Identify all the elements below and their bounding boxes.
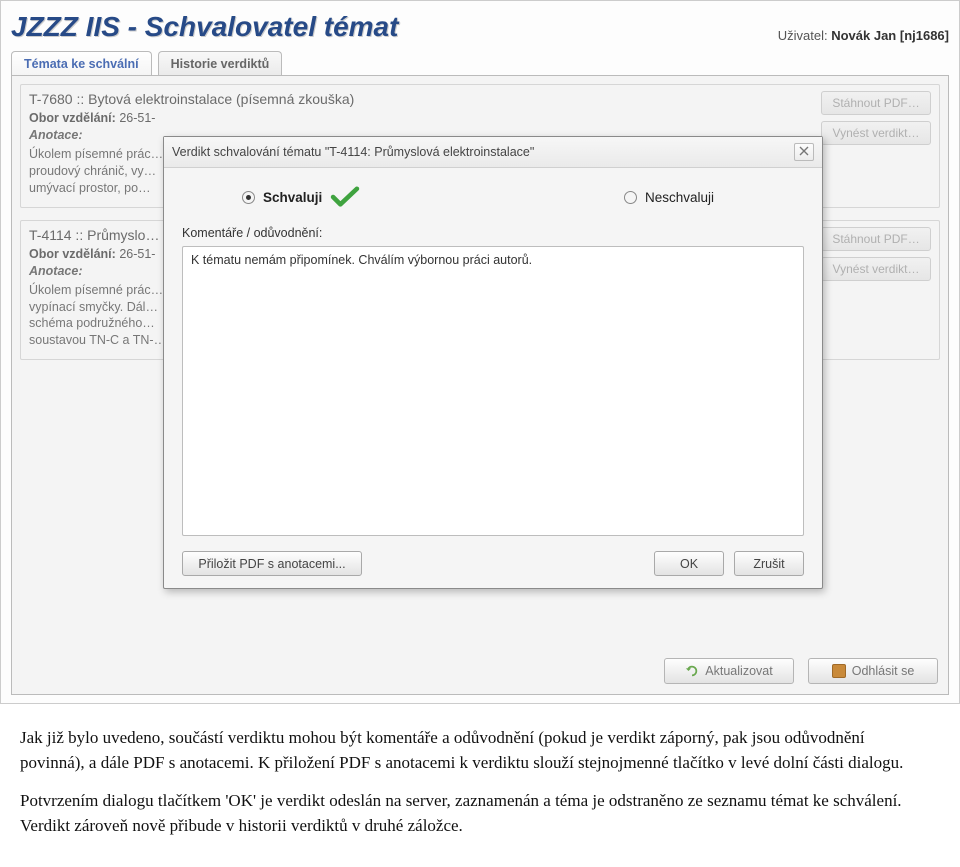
topic-field-obor: Obor vzdělání: 26-51- bbox=[29, 111, 931, 125]
cancel-button[interactable]: Zrušit bbox=[734, 551, 804, 576]
issue-verdict-button[interactable]: Vynést verdikt… bbox=[821, 257, 931, 281]
footer-bar: Aktualizovat Odhlásit se bbox=[18, 650, 942, 688]
page-caption: Jak již bylo uvedeno, součástí verdiktu … bbox=[0, 704, 940, 867]
radio-reject-label: Neschvaluji bbox=[645, 190, 714, 205]
radio-icon bbox=[242, 191, 255, 204]
logout-button[interactable]: Odhlásit se bbox=[808, 658, 938, 684]
obor-value: 26-51- bbox=[119, 247, 155, 261]
comment-label: Komentáře / odůvodnění: bbox=[182, 226, 804, 240]
app-inner: JZZZ IIS - Schvalovatel témat Uživatel: … bbox=[1, 1, 959, 703]
dialog-body: Schvaluji Neschvaluji Komentáře / odůvod… bbox=[164, 168, 822, 588]
ok-button[interactable]: OK bbox=[654, 551, 724, 576]
topic-actions: Stáhnout PDF… Vynést verdikt… bbox=[821, 91, 931, 145]
download-pdf-button[interactable]: Stáhnout PDF… bbox=[821, 91, 931, 115]
refresh-icon bbox=[685, 664, 699, 678]
radio-icon bbox=[624, 191, 637, 204]
tab-bar: Témata ke schvální Historie verdiktů bbox=[11, 51, 949, 76]
obor-label: Obor vzdělání: bbox=[29, 247, 116, 261]
current-user-label: Uživatel: Novák Jan [nj1686] bbox=[778, 28, 949, 43]
dialog-close-button[interactable] bbox=[794, 143, 814, 161]
topic-title: T-7680 :: Bytová elektroinstalace (písem… bbox=[29, 91, 931, 107]
user-prefix: Uživatel: bbox=[778, 28, 831, 43]
dialog-titlebar[interactable]: Verdikt schvalování tématu "T-4114: Prům… bbox=[164, 137, 822, 168]
radio-reject[interactable]: Neschvaluji bbox=[624, 190, 714, 205]
caption-paragraph-1: Jak již bylo uvedeno, součástí verdiktu … bbox=[20, 726, 920, 775]
radio-approve-label: Schvaluji bbox=[263, 190, 322, 205]
logout-label: Odhlásit se bbox=[852, 664, 915, 678]
verdict-radio-group: Schvaluji Neschvaluji bbox=[182, 182, 804, 222]
close-icon bbox=[799, 145, 809, 159]
logout-icon bbox=[832, 664, 846, 678]
comment-textarea[interactable] bbox=[182, 246, 804, 536]
header: JZZZ IIS - Schvalovatel témat Uživatel: … bbox=[11, 11, 949, 43]
anotace-label: Anotace: bbox=[29, 128, 82, 142]
caption-paragraph-2: Potvrzením dialogu tlačítkem 'OK' je ver… bbox=[20, 789, 920, 838]
topic-actions: Stáhnout PDF… Vynést verdikt… bbox=[821, 227, 931, 281]
verdict-dialog: Verdikt schvalování tématu "T-4114: Prům… bbox=[163, 136, 823, 589]
tab-topics-to-approve[interactable]: Témata ke schvální bbox=[11, 51, 152, 76]
refresh-label: Aktualizovat bbox=[705, 664, 772, 678]
refresh-button[interactable]: Aktualizovat bbox=[664, 658, 794, 684]
panel-footer: Aktualizovat Odhlásit se bbox=[18, 650, 942, 688]
radio-approve[interactable]: Schvaluji bbox=[242, 186, 358, 208]
checkmark-icon bbox=[330, 186, 358, 208]
dialog-title: Verdikt schvalování tématu "T-4114: Prům… bbox=[172, 145, 534, 159]
user-name: Novák Jan [nj1686] bbox=[831, 28, 949, 43]
app-window: JZZZ IIS - Schvalovatel témat Uživatel: … bbox=[0, 0, 960, 704]
dialog-actions-right: OK Zrušit bbox=[654, 551, 804, 576]
app-title: JZZZ IIS - Schvalovatel témat bbox=[11, 11, 398, 43]
obor-label: Obor vzdělání: bbox=[29, 111, 116, 125]
attach-pdf-button[interactable]: Přiložit PDF s anotacemi... bbox=[182, 551, 362, 576]
anotace-label: Anotace: bbox=[29, 264, 82, 278]
issue-verdict-button[interactable]: Vynést verdikt… bbox=[821, 121, 931, 145]
obor-value: 26-51- bbox=[119, 111, 155, 125]
download-pdf-button[interactable]: Stáhnout PDF… bbox=[821, 227, 931, 251]
dialog-actions: Přiložit PDF s anotacemi... OK Zrušit bbox=[182, 551, 804, 576]
tab-verdict-history[interactable]: Historie verdiktů bbox=[158, 51, 283, 76]
